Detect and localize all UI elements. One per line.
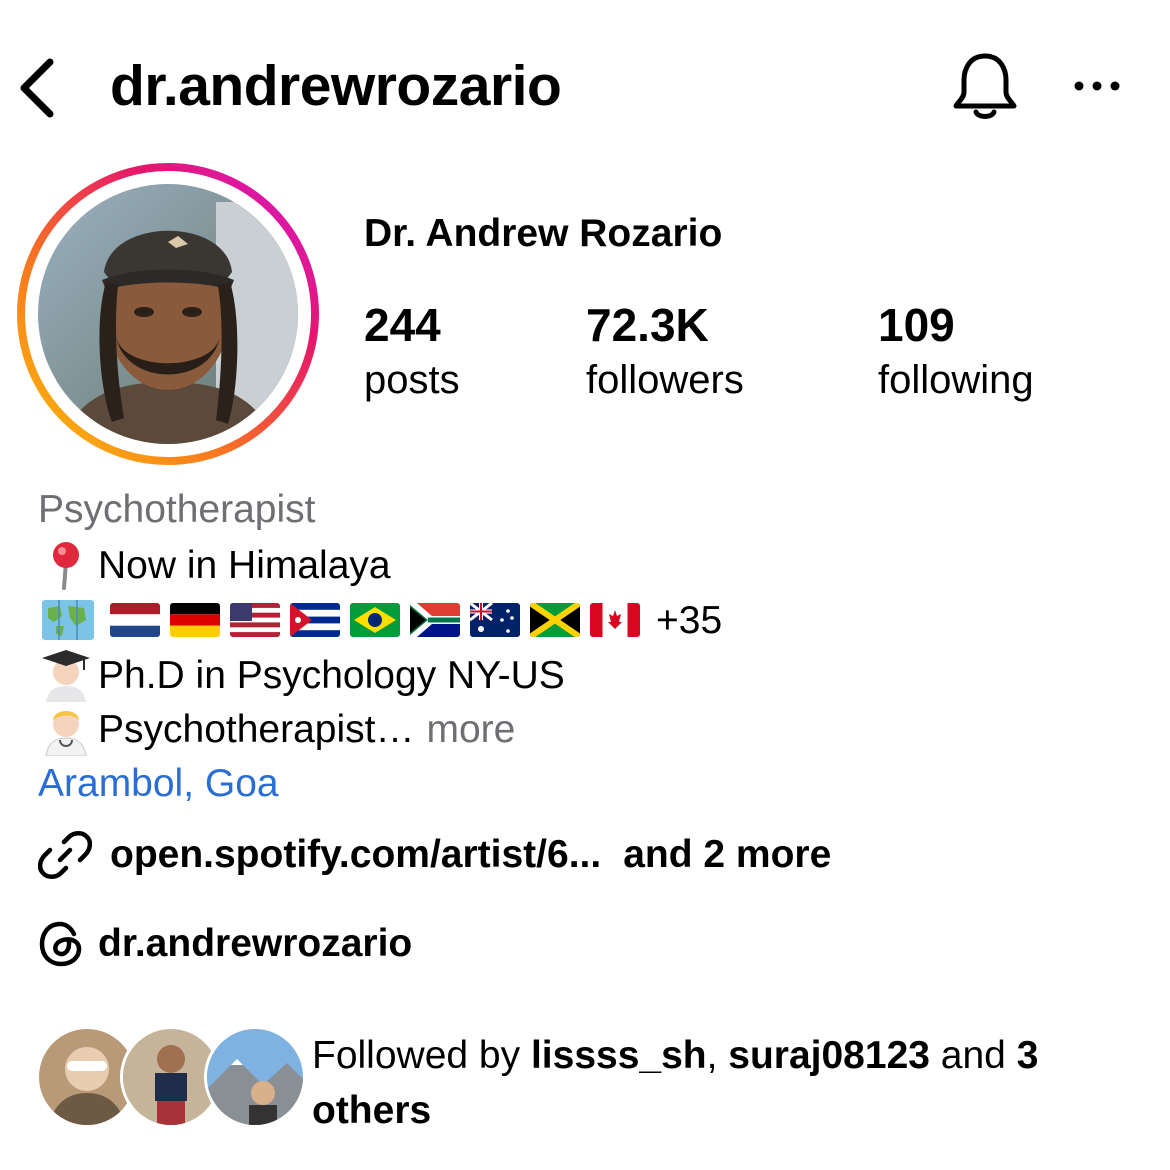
flag-germany-icon <box>170 603 220 637</box>
mutual-avatar-3 <box>204 1026 306 1128</box>
flag-netherlands-icon <box>110 603 160 637</box>
link-icon <box>38 831 92 879</box>
stat-followers-label: followers <box>586 358 744 402</box>
followed-by-user-2[interactable]: suraj08123 <box>728 1034 930 1077</box>
followed-by-text[interactable]: Followed by lissss_sh, suraj08123 and 3 … <box>312 1028 1162 1138</box>
flag-jamaica-icon <box>530 603 580 637</box>
stat-posts-value: 244 <box>364 299 441 351</box>
bio-line-1-text: Now in Himalaya <box>98 543 391 587</box>
flag-brazil-icon <box>350 603 400 637</box>
link-extra[interactable]: and 2 more <box>623 833 831 877</box>
student-icon <box>42 650 90 702</box>
stat-following-label: following <box>878 358 1034 402</box>
world-map-icon <box>42 600 94 640</box>
profile-avatar[interactable] <box>16 162 320 466</box>
bio-line-flags: +35 <box>40 596 722 644</box>
notifications-button[interactable] <box>950 50 1020 122</box>
stat-following-value: 109 <box>878 299 955 351</box>
followed-by-prefix: Followed by <box>312 1034 521 1077</box>
followed-by-user-1[interactable]: lissss_sh <box>531 1034 707 1077</box>
bio-more-link[interactable]: more <box>426 710 515 749</box>
flag-cuba-icon <box>290 603 340 637</box>
stat-followers-value: 72.3K <box>586 299 709 351</box>
flag-united-states-icon <box>230 603 280 637</box>
flag-south-africa-icon <box>410 603 460 637</box>
followed-by-separator: , <box>706 1034 718 1077</box>
flag-australia-icon <box>470 603 520 637</box>
health-worker-icon <box>45 711 87 756</box>
bio-line-3-text: Ph.D in Psychology NY-US <box>98 653 565 697</box>
stat-posts[interactable]: 244 posts <box>364 302 460 400</box>
location-link[interactable]: Arambol, Goa <box>38 764 279 803</box>
round-pushpin-icon <box>53 542 79 590</box>
profile-username: dr.andrewrozario <box>110 54 562 118</box>
flag-canada-icon <box>590 603 640 637</box>
chevron-left-icon <box>20 58 54 118</box>
threads-icon <box>39 921 82 967</box>
bio-line-location-now: Now in Himalaya <box>40 540 391 590</box>
back-button[interactable] <box>14 56 60 120</box>
more-horizontal-icon <box>1074 81 1120 91</box>
category-label: Psychotherapist <box>38 488 316 531</box>
stat-following[interactable]: 109 following <box>878 302 1034 400</box>
stat-posts-label: posts <box>364 358 460 402</box>
story-ring <box>17 163 319 465</box>
followed-by-conj: and <box>940 1034 1006 1077</box>
stat-followers[interactable]: 72.3K followers <box>586 302 744 400</box>
threads-handle: dr.andrewrozario <box>98 922 413 965</box>
bell-icon <box>953 53 1017 119</box>
bio-line-4-text: Psychotherapist… <box>98 707 415 751</box>
mutual-followers-avatars[interactable] <box>36 1026 306 1128</box>
threads-badge[interactable]: dr.andrewrozario <box>38 920 412 968</box>
bio-line-degree: Ph.D in Psychology NY-US <box>40 648 565 702</box>
more-options-button[interactable] <box>1070 74 1124 98</box>
display-name: Dr. Andrew Rozario <box>364 212 723 255</box>
link-url[interactable]: open.spotify.com/artist/6... <box>110 833 601 877</box>
bio-line-profession: Psychotherapist… more <box>40 702 515 756</box>
bio-line-2-text: +35 <box>656 598 723 642</box>
external-links[interactable]: open.spotify.com/artist/6... and 2 more <box>38 828 831 882</box>
